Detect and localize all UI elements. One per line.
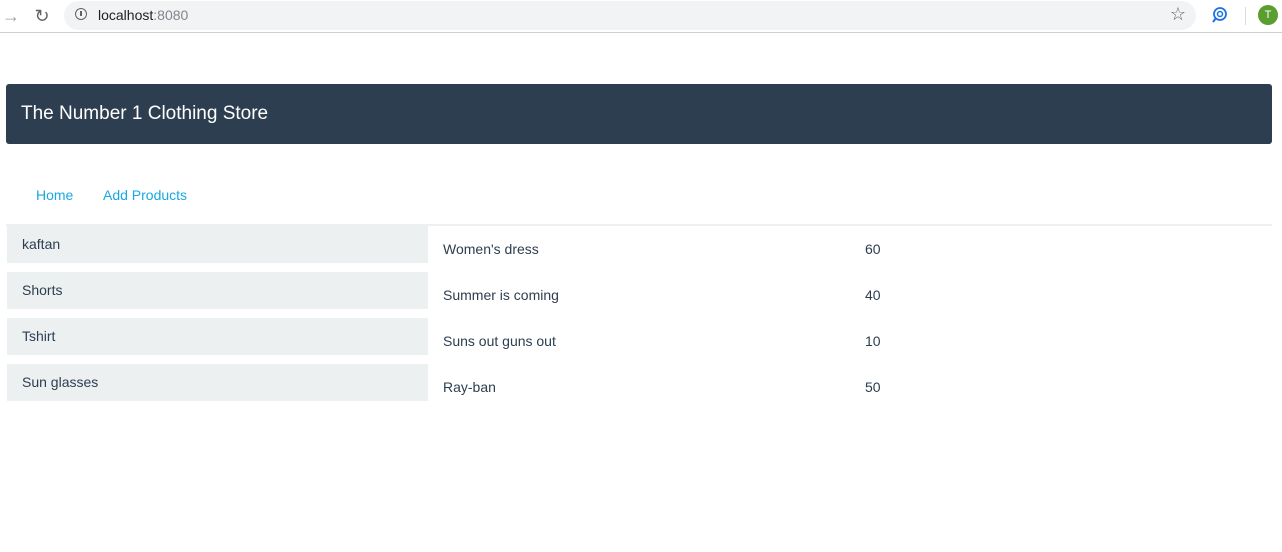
extension-search-icon[interactable]	[1211, 6, 1229, 24]
address-bar[interactable]: localhost:8080 ☆	[64, 1, 1196, 30]
info-icon[interactable]	[75, 8, 87, 20]
product-value: 10	[865, 333, 881, 349]
app-header: The Number 1 Clothing Store	[6, 84, 1272, 144]
nav-home-link[interactable]: Home	[36, 187, 73, 203]
product-name: Summer is coming	[443, 287, 559, 303]
product-row: Women's dress 60	[443, 241, 943, 261]
category-item-tshirt[interactable]: Tshirt	[7, 318, 428, 355]
forward-arrow-icon[interactable]: →	[0, 5, 22, 27]
browser-toolbar: → ↻ localhost:8080 ☆ T	[0, 0, 1282, 33]
nav-add-products-link[interactable]: Add Products	[103, 187, 187, 203]
product-name: Ray-ban	[443, 379, 496, 395]
product-name: Suns out guns out	[443, 333, 556, 349]
product-name: Women's dress	[443, 241, 539, 257]
avatar-letter: T	[1264, 9, 1272, 21]
product-value: 60	[865, 241, 881, 257]
nav-tabs: Home Add Products	[6, 180, 1272, 226]
product-value: 40	[865, 287, 881, 303]
url-text[interactable]: localhost:8080	[98, 7, 188, 23]
product-row: Suns out guns out 10	[443, 333, 943, 353]
product-row: Summer is coming 40	[443, 287, 943, 307]
profile-avatar[interactable]: T	[1258, 5, 1278, 25]
product-row: Ray-ban 50	[443, 379, 943, 399]
category-item-shorts[interactable]: Shorts	[7, 272, 428, 309]
page-title: The Number 1 Clothing Store	[21, 103, 269, 124]
url-port: :8080	[153, 7, 189, 23]
url-host: localhost	[98, 7, 154, 23]
reload-icon[interactable]: ↻	[31, 5, 53, 27]
category-item-sun-glasses[interactable]: Sun glasses	[7, 364, 428, 401]
bookmark-star-icon[interactable]: ☆	[1170, 4, 1186, 25]
category-item-kaftan[interactable]: kaftan	[7, 226, 428, 263]
product-value: 50	[865, 379, 881, 395]
toolbar-divider	[1245, 7, 1246, 25]
